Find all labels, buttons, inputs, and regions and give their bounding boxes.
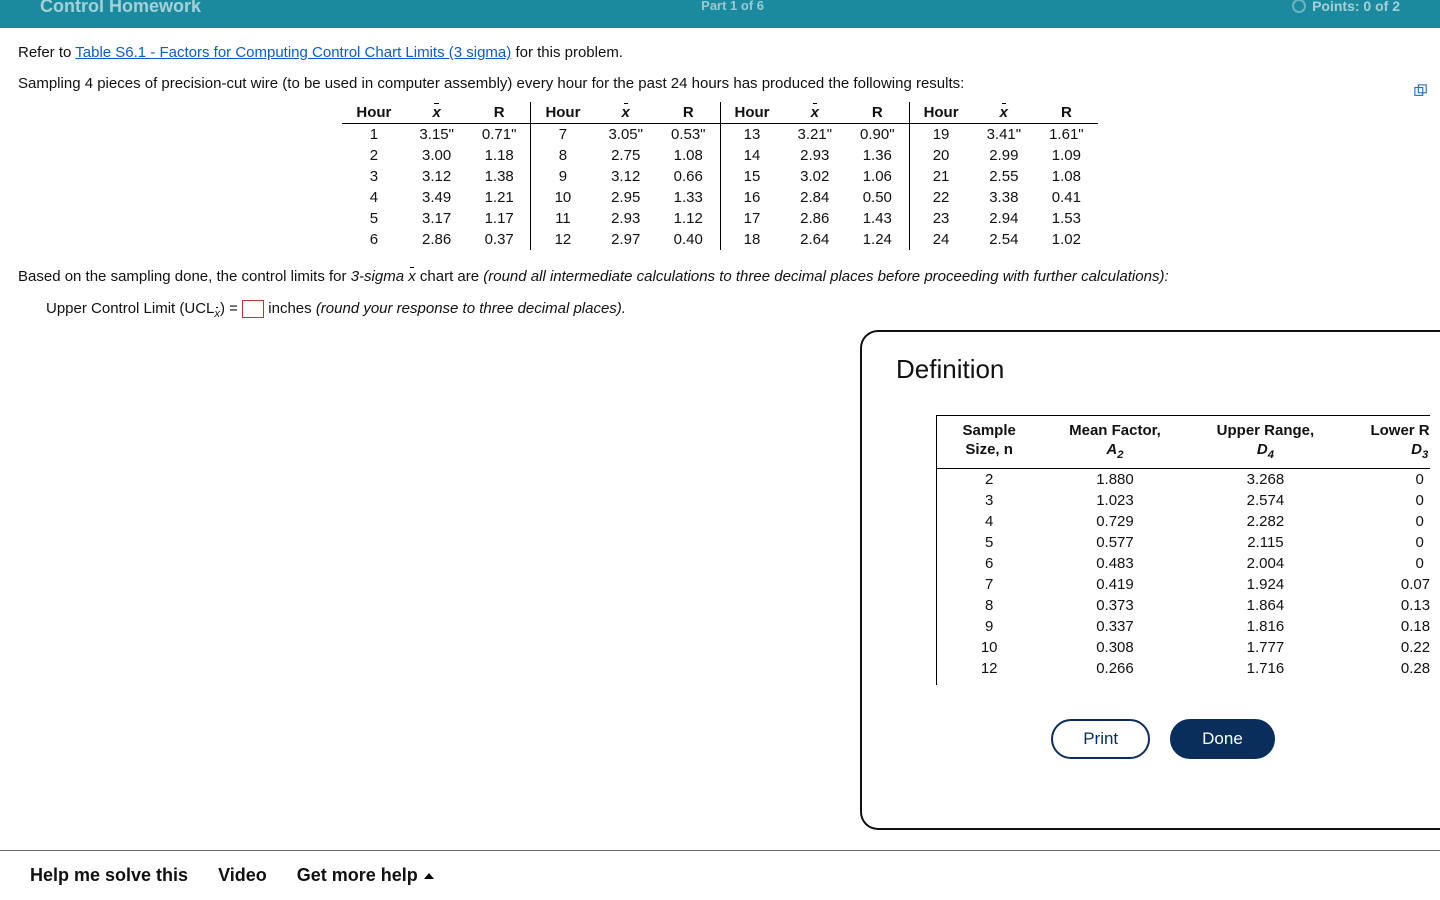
col-r: R xyxy=(657,102,720,124)
footer-bar: Help me solve this Video Get more help xyxy=(0,850,1440,900)
table-row: 90.3371.8160.184 xyxy=(937,616,1430,637)
col-upper-range: Upper Range, D4 xyxy=(1189,416,1343,468)
col-r: R xyxy=(1035,102,1098,124)
question-prompt: Based on the sampling done, the control … xyxy=(18,268,1422,285)
help-me-solve-button[interactable]: Help me solve this xyxy=(30,865,188,886)
sampling-description: Sampling 4 pieces of precision-cut wire … xyxy=(18,75,1422,92)
col-r: R xyxy=(846,102,909,124)
table-row: 120.2661.7160.284 xyxy=(937,658,1430,679)
table-row: 80.3731.8640.136 xyxy=(937,595,1430,616)
col-mean-factor: Mean Factor, A2 xyxy=(1041,416,1188,468)
reference-link[interactable]: Table S6.1 - Factors for Computing Contr… xyxy=(75,44,511,61)
get-more-help-button[interactable]: Get more help xyxy=(297,865,434,886)
col-hour: Hour xyxy=(909,102,973,124)
table-row: 23.001.1882.751.08142.931.36202.991.09 xyxy=(342,145,1097,166)
print-button[interactable]: Print xyxy=(1051,719,1150,759)
table-row: 50.5772.1150 xyxy=(937,532,1430,553)
table-row: 60.4832.0040 xyxy=(937,553,1430,574)
points-text: Points: 0 of 2 xyxy=(1312,0,1400,14)
col-r: R xyxy=(468,102,531,124)
table-row: 33.121.3893.120.66153.021.06212.551.08 xyxy=(342,166,1097,187)
col-xbar: x xyxy=(594,102,657,124)
done-button[interactable]: Done xyxy=(1170,719,1275,759)
col-xbar: x xyxy=(405,102,468,124)
table-row: 43.491.21102.951.33162.840.50223.380.41 xyxy=(342,187,1097,208)
answer-line: Upper Control Limit (UCLx) = inches (rou… xyxy=(46,300,1422,320)
table-row: 40.7292.2820 xyxy=(937,511,1430,532)
factors-table: SampleSize, n Mean Factor, A2 Upper Rang… xyxy=(937,416,1430,679)
col-lower-range: Lower Range, D3 xyxy=(1342,416,1430,468)
points-indicator: Points: 0 of 2 xyxy=(1292,0,1400,14)
reference-suffix: for this problem. xyxy=(515,44,623,61)
reference-prefix: Refer to xyxy=(18,44,75,61)
table-row: 70.4191.9240.076 xyxy=(937,574,1430,595)
table-row: 53.171.17112.931.12172.861.43232.941.53 xyxy=(342,208,1097,229)
table-row: 13.15"0.71"73.05"0.53"133.21"0.90"193.41… xyxy=(342,124,1097,146)
table-row: 62.860.37122.970.40182.641.24242.541.02 xyxy=(342,229,1097,250)
video-button[interactable]: Video xyxy=(218,865,267,886)
popout-icon[interactable] xyxy=(1414,84,1428,98)
header-bar: Control Homework Part 1 of 6 Points: 0 o… xyxy=(0,0,1440,28)
col-sample-size: SampleSize, n xyxy=(937,416,1041,468)
points-circle-icon xyxy=(1292,0,1306,13)
hourly-data-table: Hour x R Hour x R Hour x R Hour x R 13.1… xyxy=(342,102,1097,250)
table-row: 100.3081.7770.223 xyxy=(937,637,1430,658)
table-row: 21.8803.2680 xyxy=(937,468,1430,490)
col-xbar: x xyxy=(784,102,847,124)
col-hour: Hour xyxy=(342,102,405,124)
part-indicator: Part 1 of 6 xyxy=(701,0,764,13)
assignment-title: Control Homework xyxy=(40,0,201,17)
col-hour: Hour xyxy=(720,102,784,124)
definition-popup: Definition SampleSize, n Mean Factor, A2… xyxy=(860,330,1440,830)
col-hour: Hour xyxy=(531,102,595,124)
col-xbar: x xyxy=(973,102,1036,124)
caret-up-icon xyxy=(424,873,434,879)
definition-title: Definition xyxy=(896,354,1430,385)
ucl-input[interactable] xyxy=(242,300,264,318)
table-row: 31.0232.5740 xyxy=(937,490,1430,511)
reference-line: Refer to Table S6.1 - Factors for Comput… xyxy=(18,44,1422,61)
